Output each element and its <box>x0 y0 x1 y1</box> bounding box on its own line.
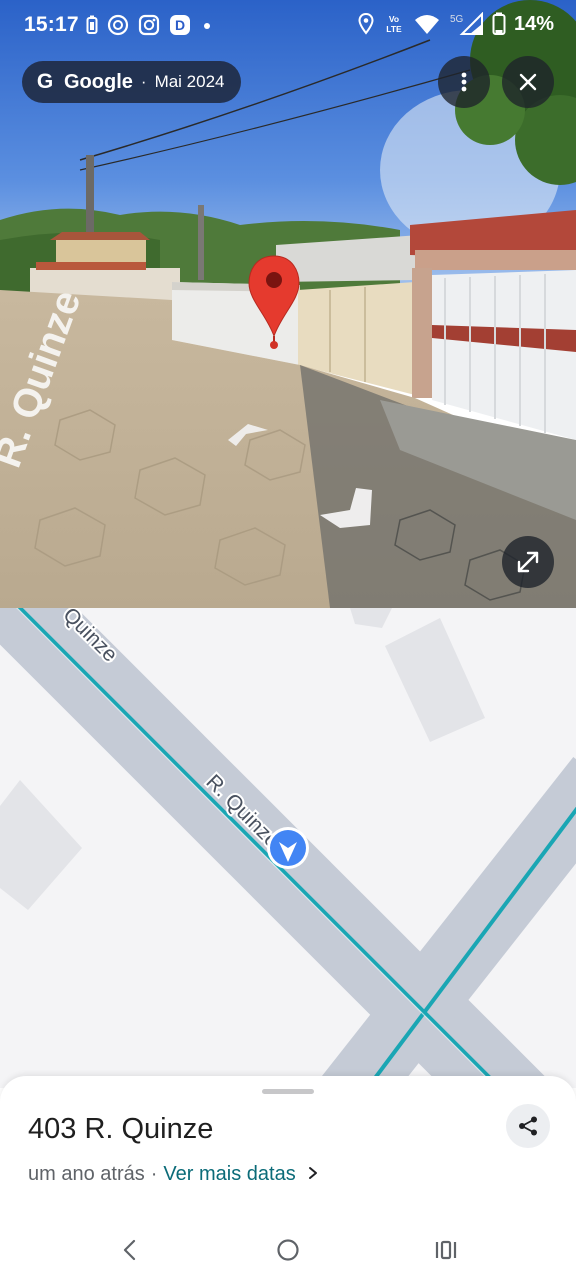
provider-label: Google <box>64 70 133 93</box>
battery-percentage: 14% <box>513 12 554 35</box>
status-bar: 15:17 D Vo LTE 5G 14% <box>0 0 576 52</box>
capture-date: Mai 2024 <box>154 72 225 91</box>
more-dates-link[interactable]: Ver mais datas <box>163 1163 295 1186</box>
system-navigation-bar <box>0 1220 576 1280</box>
close-icon <box>519 73 537 91</box>
expand-icon <box>517 551 539 573</box>
svg-text:Vo: Vo <box>389 14 399 24</box>
drag-handle[interactable] <box>262 1089 314 1094</box>
recents-button[interactable] <box>426 1230 466 1270</box>
svg-text:D: D <box>175 17 185 33</box>
svg-text:LTE: LTE <box>386 24 402 34</box>
more-options-button[interactable] <box>438 56 490 108</box>
system-icons: Vo LTE 5G 14% <box>358 12 554 36</box>
separator-dot: · <box>140 72 147 91</box>
battery-icon <box>492 12 506 35</box>
share-button[interactable] <box>506 1104 550 1148</box>
street-view-panorama[interactable]: R. Quinze 15:17 D Vo LTE 5G 14% G Google… <box>0 0 576 608</box>
chevron-right-icon[interactable] <box>308 1163 318 1186</box>
map-canvas: Quinze R. Quinze <box>0 608 576 1088</box>
circle-app-icon <box>107 14 129 36</box>
volte-icon: VoLTE <box>386 14 402 34</box>
imagery-attribution-chip[interactable]: G Google · Mai 2024 <box>22 61 241 103</box>
back-button[interactable] <box>110 1230 150 1270</box>
battery-saver-icon <box>86 15 98 34</box>
place-bottom-sheet[interactable]: 403 R. Quinze um ano atrás · Ver mais da… <box>0 1076 576 1280</box>
place-address: 403 R. Quinze <box>28 1113 214 1145</box>
app-d-icon: D <box>170 15 190 35</box>
more-options-icon <box>461 72 467 92</box>
separator-dot: · <box>150 1163 158 1185</box>
imagery-age: um ano atrás <box>28 1163 145 1185</box>
notification-icons: D <box>86 14 214 36</box>
recents-icon <box>435 1240 457 1260</box>
instagram-icon <box>138 14 160 36</box>
wifi-icon <box>414 15 439 34</box>
expand-button[interactable] <box>502 536 554 588</box>
location-icon <box>358 13 374 35</box>
status-time: 15:17 <box>24 13 79 36</box>
imagery-date-row: um ano atrás · Ver mais datas <box>28 1163 318 1186</box>
home-button[interactable] <box>268 1230 308 1270</box>
current-position-marker[interactable] <box>267 827 309 869</box>
google-g-icon: G <box>36 70 54 93</box>
share-icon <box>519 1116 537 1136</box>
back-icon <box>123 1239 136 1261</box>
signal-icon: 5G <box>450 12 483 35</box>
map-view[interactable]: Quinze R. Quinze <box>0 608 576 1088</box>
dot-icon <box>204 23 210 29</box>
network-type-label: 5G <box>450 14 464 25</box>
home-icon <box>277 1239 299 1261</box>
close-button[interactable] <box>502 56 554 108</box>
